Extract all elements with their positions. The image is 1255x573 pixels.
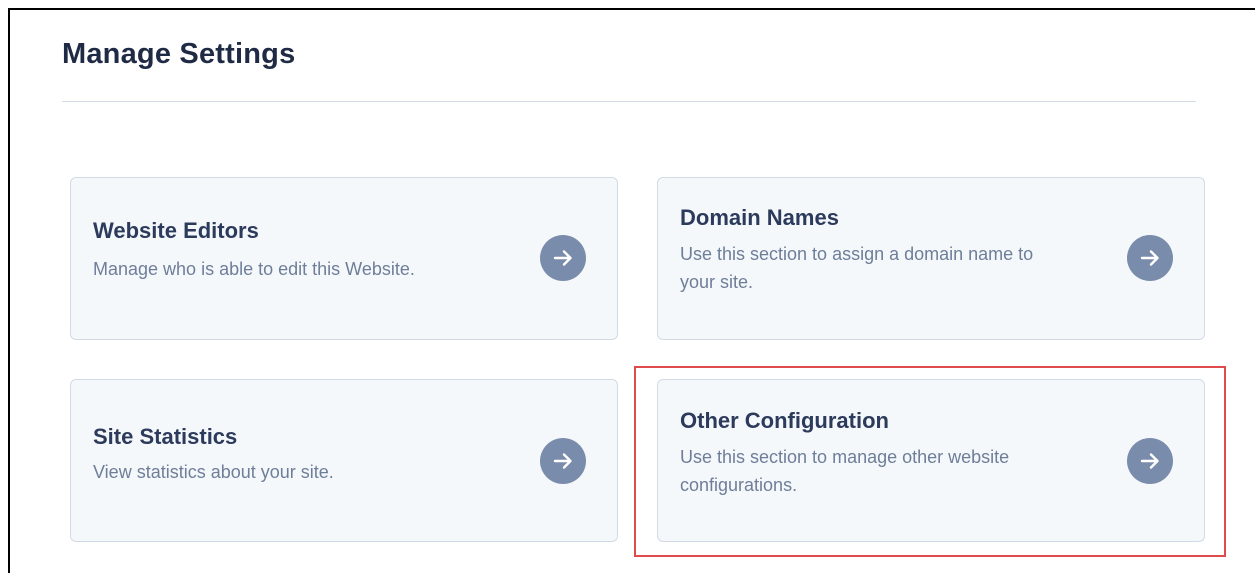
card-other-configuration[interactable]: Other Configuration Use this section to … (657, 379, 1205, 542)
card-description: View statistics about your site. (93, 462, 334, 482)
card-description: Manage who is able to edit this Website. (93, 259, 415, 279)
card-title: Other Configuration (680, 408, 889, 433)
arrow-right-icon (553, 453, 572, 469)
site-statistics-arrow-button[interactable] (540, 438, 586, 484)
card-site-statistics[interactable]: Site Statistics View statistics about yo… (70, 379, 618, 542)
arrow-right-icon (1140, 453, 1159, 469)
page-title: Manage Settings (62, 38, 296, 70)
domain-names-arrow-button[interactable] (1127, 235, 1173, 281)
card-title: Domain Names (680, 205, 839, 230)
card-description: Use this section to manage other website… (680, 447, 1010, 495)
arrow-right-icon (1140, 250, 1159, 266)
card-domain-names[interactable]: Domain Names Use this section to assign … (657, 177, 1205, 340)
title-divider (62, 101, 1196, 102)
card-title: Site Statistics (93, 424, 238, 449)
card-title: Website Editors (93, 218, 259, 243)
arrow-right-icon (553, 250, 572, 266)
other-configuration-arrow-button[interactable] (1127, 438, 1173, 484)
website-editors-arrow-button[interactable] (540, 235, 586, 281)
card-description: Use this section to assign a domain name… (680, 244, 1034, 292)
card-website-editors[interactable]: Website Editors Manage who is able to ed… (70, 177, 618, 340)
